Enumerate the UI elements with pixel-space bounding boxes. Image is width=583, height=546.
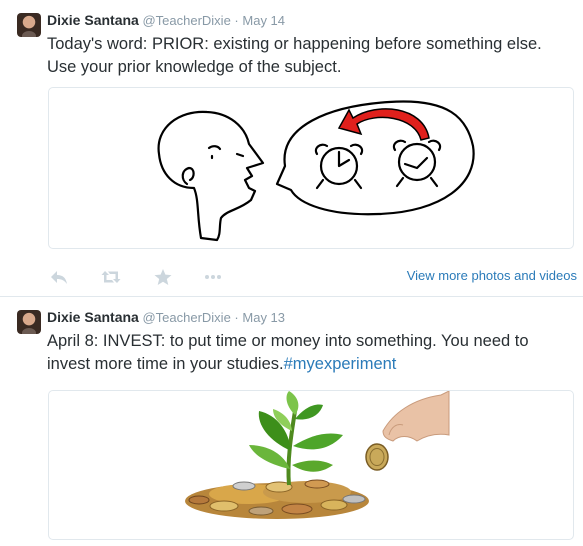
author-name[interactable]: Dixie Santana — [47, 12, 139, 28]
avatar[interactable] — [17, 13, 41, 37]
reply-icon[interactable] — [49, 268, 69, 286]
coin-pile — [185, 479, 369, 519]
red-arrow — [337, 108, 430, 141]
author-handle[interactable]: @TeacherDixie — [142, 310, 230, 325]
invest-photo — [185, 391, 450, 519]
tweet-date[interactable]: May 14 — [242, 13, 285, 28]
avatar[interactable] — [17, 310, 41, 334]
tweet-date[interactable]: May 13 — [242, 310, 285, 325]
tweet[interactable]: Dixie Santana @TeacherDixie · May 14 Tod… — [0, 0, 583, 296]
tweet-header: Dixie Santana @TeacherDixie · May 13 — [47, 309, 285, 326]
hand — [382, 391, 450, 442]
separator: · — [234, 310, 239, 325]
author-handle[interactable]: @TeacherDixie — [142, 13, 230, 28]
tweet-actions: View more photos and videos — [47, 268, 577, 288]
tweet-text: Today's word: PRIOR: existing or happeni… — [47, 35, 542, 76]
falling-coin — [365, 443, 389, 471]
tweet-text: April 8: INVEST: to put time or money in… — [47, 330, 572, 376]
tweet[interactable]: Dixie Santana @TeacherDixie · May 13 Apr… — [0, 297, 583, 546]
hashtag-link[interactable]: #myexperiment — [284, 355, 397, 373]
prior-illustration — [157, 100, 475, 242]
tweet-photo[interactable] — [48, 87, 574, 249]
view-more-photos-link[interactable]: View more photos and videos — [407, 268, 577, 283]
author-name[interactable]: Dixie Santana — [47, 309, 139, 325]
retweet-icon[interactable] — [101, 268, 121, 286]
tweet-header: Dixie Santana @TeacherDixie · May 14 — [47, 12, 285, 29]
tweet-photo[interactable] — [48, 390, 574, 540]
star-icon[interactable] — [153, 268, 173, 286]
plant — [249, 391, 343, 486]
more-icon[interactable] — [203, 268, 223, 286]
separator: · — [234, 13, 239, 28]
